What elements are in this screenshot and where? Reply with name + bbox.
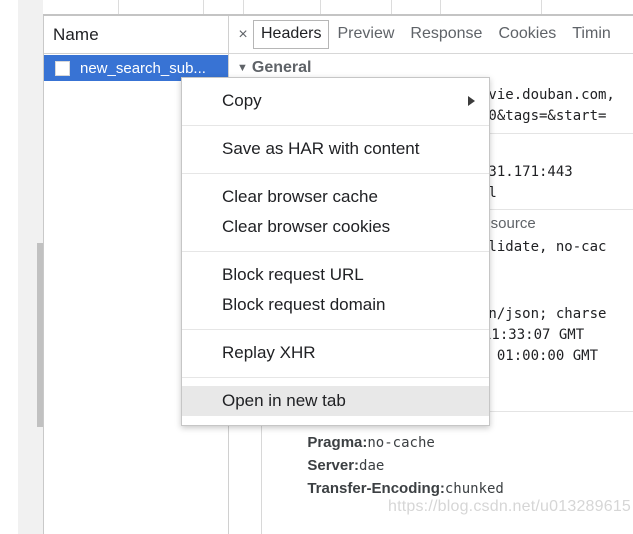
filter-toolbar[interactable] <box>43 0 633 16</box>
menu-item-open-in-new-tab[interactable]: Open in new tab <box>182 386 489 416</box>
menu-item-clear-browser-cache-label: Clear browser cache <box>222 187 378 206</box>
context-menu-group-3: Clear browser cache Clear browser cookie… <box>182 174 489 251</box>
toolbar-segment-divider-7 <box>541 0 542 14</box>
menu-item-save-as-har[interactable]: Save as HAR with content <box>182 134 489 164</box>
devtools-network-panel: Name new_search_sub... × Headers Preview… <box>0 0 633 534</box>
context-menu-group-4: Block request URL Block request domain <box>182 252 489 329</box>
content-type-fragment: on/json; charse <box>480 306 607 322</box>
tab-timing[interactable]: Timin <box>564 20 619 49</box>
menu-item-clear-browser-cache[interactable]: Clear browser cache <box>182 182 489 212</box>
menu-item-open-in-new-tab-label: Open in new tab <box>222 391 346 410</box>
request-name-label: new_search_sub... <box>80 59 206 77</box>
tab-headers[interactable]: Headers <box>253 20 330 49</box>
menu-item-clear-browser-cookies[interactable]: Clear browser cookies <box>182 212 489 242</box>
cache-control-fragment: alidate, no-cac <box>480 239 607 255</box>
context-menu[interactable]: Copy Save as HAR with content Clear brow… <box>181 77 490 426</box>
toolbar-segment-divider-2 <box>203 0 204 14</box>
menu-item-save-as-har-label: Save as HAR with content <box>222 139 420 158</box>
general-query-fragment: 10&tags=&start= <box>480 108 607 124</box>
context-menu-group-1: Copy <box>182 78 489 125</box>
left-gutter <box>0 0 18 534</box>
request-list-header[interactable]: Name <box>44 16 228 54</box>
toolbar-segment-divider-4 <box>320 0 321 14</box>
header-value-transfer-encoding: chunked <box>444 481 504 497</box>
tab-response[interactable]: Response <box>402 20 490 49</box>
vertical-scrollbar-track[interactable] <box>18 0 61 534</box>
context-menu-group-5: Replay XHR <box>182 330 489 377</box>
toolbar-segment-divider-3 <box>243 0 244 14</box>
menu-item-block-request-url[interactable]: Block request URL <box>182 260 489 290</box>
menu-item-copy-label: Copy <box>222 91 262 110</box>
menu-item-block-request-domain[interactable]: Block request domain <box>182 290 489 320</box>
column-header-name: Name <box>53 25 99 44</box>
tab-cookies[interactable]: Cookies <box>490 20 564 49</box>
menu-item-copy[interactable]: Copy <box>182 86 489 116</box>
header-key-transfer-encoding: Transfer-Encoding: <box>307 480 445 497</box>
expires-fragment: 5 01:00:00 GMT <box>480 348 599 364</box>
menu-item-block-request-domain-label: Block request domain <box>222 295 386 314</box>
context-menu-group-6: Open in new tab <box>182 378 489 425</box>
close-icon[interactable]: × <box>233 26 253 43</box>
toolbar-segment-divider-1 <box>118 0 119 14</box>
tab-preview[interactable]: Preview <box>329 20 402 49</box>
content-rule-1 <box>477 133 633 134</box>
chevron-right-icon <box>468 96 475 106</box>
header-row-transfer-encoding: Transfer-Encoding:chunked <box>274 460 504 518</box>
document-icon <box>55 60 70 76</box>
menu-item-block-request-url-label: Block request URL <box>222 265 364 284</box>
general-request-url-fragment: ovie.douban.com, <box>480 87 615 103</box>
chevron-down-icon: ▼ <box>237 62 248 74</box>
detail-tabbar: × Headers Preview Response Cookies Timin <box>229 16 633 54</box>
menu-item-clear-browser-cookies-label: Clear browser cookies <box>222 217 391 236</box>
toolbar-segment-divider-5 <box>391 0 392 14</box>
context-menu-group-2: Save as HAR with content <box>182 126 489 173</box>
date-fragment: 11:33:07 GMT <box>483 327 585 343</box>
menu-item-replay-xhr[interactable]: Replay XHR <box>182 338 489 368</box>
content-rule-2 <box>477 209 633 210</box>
toolbar-segment-divider-6 <box>440 0 441 14</box>
section-title-general: General <box>251 59 312 76</box>
remote-address-fragment: 131.171:443 <box>480 164 573 180</box>
content-indent-rule <box>261 412 262 534</box>
section-header-general[interactable]: ▼ General <box>237 59 311 77</box>
menu-item-replay-xhr-label: Replay XHR <box>222 343 316 362</box>
